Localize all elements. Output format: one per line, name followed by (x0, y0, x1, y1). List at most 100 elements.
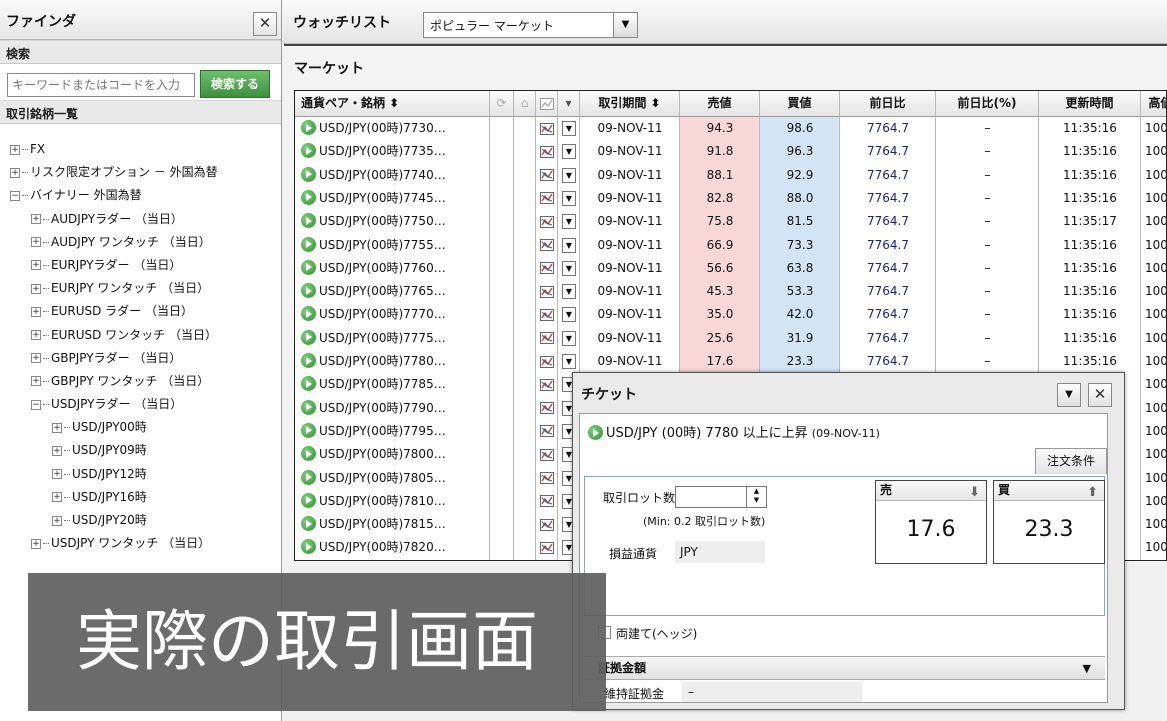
expand-icon[interactable]: + (31, 306, 41, 317)
row-menu-button[interactable]: ▼ (558, 164, 580, 187)
header-buy[interactable]: 買値 (760, 91, 840, 117)
header-symbol[interactable]: 通貨ペア・銘柄 ⬍ (295, 91, 490, 117)
row-menu-button[interactable]: ▼ (558, 327, 580, 350)
chart-icon[interactable] (536, 327, 558, 350)
watchlist-select[interactable]: ポピュラー マーケット ▼ (423, 12, 638, 38)
chevron-down-icon[interactable]: ▼ (562, 330, 576, 346)
row-menu-button[interactable]: ▼ (558, 187, 580, 210)
header-sell[interactable]: 売値 (680, 91, 760, 117)
caret-up-icon[interactable]: ▲ (754, 487, 759, 495)
search-button[interactable]: 検索する (200, 70, 270, 98)
play-icon[interactable] (301, 399, 316, 415)
row-menu-button[interactable]: ▼ (558, 350, 580, 373)
tag-icon[interactable]: ⌂ (514, 91, 536, 117)
play-icon[interactable] (301, 469, 316, 485)
chart-icon[interactable] (536, 257, 558, 280)
expand-icon[interactable]: + (52, 469, 62, 480)
market-row[interactable]: USD/JPY(00時)7760… ▼ 09-NOV-11 56.6 63.8 7764.… (295, 257, 1166, 280)
header-updated[interactable]: 更新時間 (1039, 91, 1141, 117)
ticket-menu-button[interactable]: ▼ (1057, 383, 1081, 407)
lot-stepper[interactable]: ▲ ▼ (746, 487, 766, 507)
chart-icon[interactable] (536, 373, 558, 396)
market-row[interactable]: USD/JPY(00時)7775… ▼ 09-NOV-11 25.6 31.9 7764.… (295, 327, 1166, 350)
tree-item[interactable]: + USD/JPY16時 (0, 486, 281, 509)
expand-icon[interactable]: + (52, 515, 62, 526)
play-icon[interactable] (301, 516, 316, 532)
row-menu-button[interactable]: ▼ (558, 210, 580, 233)
caret-down-icon[interactable]: ▼ (754, 496, 759, 504)
tree-item[interactable]: − バイナリー 外国為替 (0, 184, 281, 207)
chart-icon[interactable] (536, 467, 558, 490)
chart-icon[interactable] (536, 350, 558, 373)
close-icon[interactable]: ✕ (1088, 383, 1112, 407)
margin-section-header[interactable]: 証拠金額 ▼ (584, 656, 1105, 680)
chart-icon[interactable] (536, 140, 558, 163)
close-icon[interactable]: ✕ (253, 12, 277, 36)
chart-icon[interactable] (536, 117, 558, 140)
row-menu-button[interactable]: ▼ (558, 117, 580, 140)
tree-item[interactable]: + USD/JPY12時 (0, 463, 281, 486)
expand-icon[interactable]: + (31, 330, 41, 340)
chart-icon[interactable] (536, 91, 558, 117)
chevron-down-icon[interactable]: ▼ (562, 214, 576, 230)
row-menu-button[interactable]: ▼ (558, 303, 580, 326)
expand-icon[interactable]: + (31, 538, 41, 549)
expand-icon[interactable]: + (52, 445, 62, 456)
tree-item[interactable]: + USD/JPY00時 (0, 416, 281, 439)
tree-item[interactable]: + GBPJPY ワンタッチ （当日） (0, 370, 281, 393)
chart-icon[interactable] (536, 187, 558, 210)
expand-icon[interactable]: + (31, 214, 41, 225)
chevron-down-icon[interactable]: ▼ (562, 167, 576, 183)
expand-icon[interactable]: + (10, 167, 20, 178)
header-change[interactable]: 前日比 (840, 91, 936, 117)
play-icon[interactable] (301, 353, 316, 368)
expand-icon[interactable]: + (10, 144, 20, 155)
chevron-down-icon[interactable]: ▼ (613, 13, 637, 37)
chevron-down-icon[interactable]: ▼ (562, 237, 576, 253)
expand-icon[interactable]: + (31, 376, 41, 387)
collapse-icon[interactable]: − (31, 399, 41, 410)
tab-order-conditions[interactable]: 注文条件 (1035, 448, 1107, 474)
play-icon[interactable] (301, 376, 316, 392)
chart-icon[interactable] (536, 397, 558, 420)
chart-icon[interactable] (536, 164, 558, 187)
play-icon[interactable] (301, 236, 316, 252)
chart-icon[interactable] (536, 234, 558, 257)
search-input[interactable] (7, 73, 195, 97)
play-icon[interactable] (301, 422, 316, 438)
chart-icon[interactable] (536, 303, 558, 326)
expand-icon[interactable]: + (31, 237, 41, 248)
chart-icon[interactable] (536, 513, 558, 536)
expand-icon[interactable]: + (31, 353, 41, 364)
chevron-down-icon[interactable]: ▼ (562, 354, 576, 369)
tree-item[interactable]: + USD/JPY20時 (0, 509, 281, 532)
market-row[interactable]: USD/JPY(00時)7765… ▼ 09-NOV-11 45.3 53.3 7764.… (295, 280, 1166, 303)
tree-item[interactable]: + AUDJPYラダー （当日） (0, 208, 281, 231)
play-icon[interactable] (301, 539, 316, 555)
tree-item[interactable]: + EURJPY ワンタッチ （当日） (0, 277, 281, 300)
market-row[interactable]: USD/JPY(00時)7750… ▼ 09-NOV-11 75.8 81.5 7764.… (295, 210, 1166, 233)
expand-icon[interactable]: + (52, 422, 62, 433)
header-high[interactable]: 高値 (1141, 91, 1166, 117)
chart-icon[interactable] (536, 280, 558, 303)
play-icon[interactable] (301, 446, 316, 462)
chevron-down-icon[interactable]: ▼ (562, 307, 576, 323)
chart-icon[interactable] (536, 420, 558, 443)
chevron-down-icon[interactable]: ▼ (562, 190, 576, 206)
lot-input[interactable]: ▲ ▼ (675, 486, 767, 508)
expand-icon[interactable]: + (31, 260, 41, 271)
tree-item[interactable]: + AUDJPY ワンタッチ （当日） (0, 231, 281, 254)
sell-price-box[interactable]: 売 ⬇ 17.6 (875, 480, 987, 564)
market-row[interactable]: USD/JPY(00時)7735… ▼ 09-NOV-11 91.8 96.3 7764.… (295, 140, 1166, 163)
row-menu-button[interactable]: ▼ (558, 257, 580, 280)
tree-item[interactable]: + USDJPY ワンタッチ （当日） (0, 532, 281, 555)
row-menu-button[interactable]: ▼ (558, 140, 580, 163)
tree-item[interactable]: + USD/JPY09時 (0, 439, 281, 462)
tree-item[interactable]: + EURUSD ワンタッチ （当日） (0, 324, 281, 347)
tree-item[interactable]: + EURJPYラダー （当日） (0, 254, 281, 277)
market-row[interactable]: USD/JPY(00時)7755… ▼ 09-NOV-11 66.9 73.3 7764.… (295, 234, 1166, 257)
header-change-pct[interactable]: 前日比(%) (936, 91, 1039, 117)
tree-item[interactable]: + FX (0, 138, 281, 161)
market-row[interactable]: USD/JPY(00時)7745… ▼ 09-NOV-11 82.8 88.0 7764.… (295, 187, 1166, 210)
tree-item[interactable]: + GBPJPYラダー （当日） (0, 347, 281, 370)
